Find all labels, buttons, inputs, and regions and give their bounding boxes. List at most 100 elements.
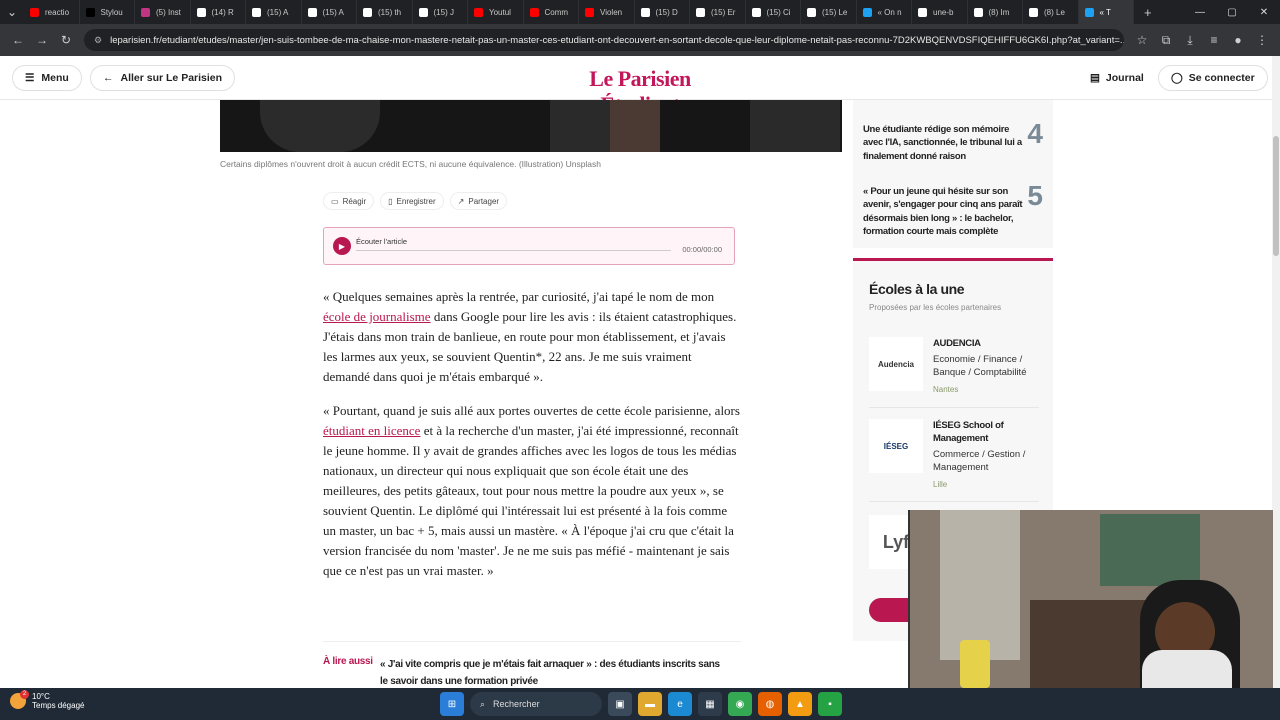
tab-label: (8) Le	[1044, 7, 1065, 17]
extensions-icon[interactable]: ⧉	[1154, 28, 1178, 52]
tab-label: (15) A	[267, 7, 289, 17]
browser-tab[interactable]: une-b	[912, 0, 968, 24]
tab-label: (8) Im	[988, 7, 1010, 17]
school-card-ieseg[interactable]: IÉSEG IÉSEG School of Management Commerc…	[869, 419, 1039, 489]
kebab-menu-icon[interactable]: ⋮	[1250, 28, 1274, 52]
browser-tab[interactable]: (15) Ci	[746, 0, 801, 24]
browser-tab[interactable]: (5) Inst	[135, 0, 191, 24]
back-to-parisien-button[interactable]: ← Aller sur Le Parisien	[90, 65, 236, 91]
browser-tab[interactable]: (15) A	[246, 0, 302, 24]
school-category: Commerce / Gestion / Management	[933, 449, 1026, 473]
browser-tab[interactable]: (8) Im	[968, 0, 1023, 24]
maximize-icon[interactable]: ▢	[1216, 7, 1248, 18]
read-also-link[interactable]: « J'ai vite compris que je m'étais fait …	[380, 656, 725, 690]
reload-icon[interactable]: ↻	[54, 28, 78, 52]
browser-tab[interactable]: Violen	[579, 0, 635, 24]
journal-label: Journal	[1105, 72, 1144, 84]
page-scrollbar[interactable]	[1272, 56, 1280, 688]
browser-tab[interactable]: (15) th	[357, 0, 413, 24]
browser-tab[interactable]: « On n	[857, 0, 912, 24]
react-button[interactable]: ▭ Réagir	[323, 192, 375, 210]
tab-favicon-icon	[585, 7, 594, 17]
most-read-item-4[interactable]: Une étudiante rédige son mémoire avec l'…	[863, 123, 1023, 163]
save-button[interactable]: ▯ Enregistrer	[380, 192, 444, 210]
journal-button[interactable]: ▤ Journal	[1078, 65, 1156, 91]
tab-list: reactio Stylou (5) Inst (14) R (15) A (15) A (…	[24, 0, 1134, 24]
browser-tab[interactable]: Youtul	[468, 0, 524, 24]
file-explorer-icon[interactable]: ▬	[638, 692, 662, 716]
tab-favicon-icon	[807, 7, 816, 17]
windows-start-icon[interactable]: ⊞	[440, 692, 464, 716]
browser-tab[interactable]: Stylou	[80, 0, 135, 24]
taskbar-apps: ⊞ ⌕ Rechercher ▣ ▬ e ▦ ◉ ◍ ▲ ▪	[440, 692, 842, 716]
menu-button[interactable]: ☰ Menu	[12, 65, 82, 91]
read-also-label: À lire aussi	[323, 656, 373, 667]
login-button[interactable]: ◯ Se connecter	[1158, 65, 1268, 91]
browser-tab[interactable]: « T	[1078, 0, 1134, 24]
tab-label: « On n	[877, 7, 902, 17]
store-icon[interactable]: ▦	[698, 692, 722, 716]
weather-widget[interactable]: 2 10°C Temps dégagé	[10, 690, 84, 710]
tab-favicon-icon	[196, 7, 206, 17]
profile-avatar[interactable]: ●	[1226, 28, 1250, 52]
site-header: ☰ Menu ← Aller sur Le Parisien Le Parisi…	[0, 56, 1272, 117]
tab-favicon-icon	[307, 7, 317, 17]
most-read-item-5[interactable]: « Pour un jeune qui hésite sur son aveni…	[863, 185, 1023, 238]
vlc-icon[interactable]: ▲	[788, 692, 812, 716]
divider	[323, 641, 741, 642]
browser-tab[interactable]: (15) Er	[690, 0, 746, 24]
browser-tab[interactable]: (14) R	[191, 0, 246, 24]
browser-tab[interactable]: reactio	[24, 0, 80, 24]
etudiant-licence-link[interactable]: étudiant en licence	[323, 423, 420, 438]
browser-tab[interactable]: (8) Le	[1023, 0, 1079, 24]
school-card-audencia[interactable]: Audencia AUDENCIA Economie / Finance / B…	[869, 337, 1039, 397]
browser-tab[interactable]: (15) J	[413, 0, 468, 24]
bookmark-star-icon[interactable]: ☆	[1130, 28, 1154, 52]
share-button[interactable]: ↗ Partager	[449, 192, 508, 210]
media-icon[interactable]: ≡	[1202, 28, 1226, 52]
school-category: Economie / Finance / Banque / Comptabili…	[933, 354, 1027, 378]
paragraph-text: et à la recherche d'un master, j'ai été …	[323, 423, 739, 578]
user-icon: ◯	[1171, 72, 1183, 84]
audio-label: Écouter l'article	[356, 237, 408, 246]
minimize-icon[interactable]: —	[1184, 7, 1216, 18]
school-name: AUDENCIA	[933, 338, 981, 349]
schools-subtitle: Proposées par les écoles partenaires	[869, 303, 1002, 312]
edge-icon[interactable]: e	[668, 692, 692, 716]
divider	[869, 501, 1039, 502]
chrome-icon[interactable]: ◉	[728, 692, 752, 716]
tab-search-icon[interactable]: ⌄	[0, 0, 24, 24]
share-icon: ↗	[457, 196, 465, 206]
logo-text-parisien: Le Parisien	[589, 66, 691, 91]
forward-arrow-icon[interactable]: →	[30, 28, 54, 52]
app-icon[interactable]: ▪	[818, 692, 842, 716]
react-label: Réagir	[342, 196, 367, 206]
download-icon[interactable]: ⤓	[1178, 28, 1202, 52]
back-arrow-icon[interactable]: ←	[6, 28, 30, 52]
tab-favicon-icon	[918, 7, 927, 17]
new-tab-button[interactable]: +	[1134, 5, 1162, 20]
site-info-icon[interactable]: ⚙	[94, 35, 102, 46]
tab-label: (15) th	[378, 7, 402, 17]
play-icon[interactable]: ▶	[333, 237, 351, 255]
taskbar-search[interactable]: ⌕ Rechercher	[470, 692, 602, 716]
windows-taskbar: 2 10°C Temps dégagé ⊞ ⌕ Rechercher ▣ ▬ e …	[0, 688, 1280, 720]
address-bar[interactable]: ⚙ leparisien.fr/etudiant/etudes/master/j…	[84, 29, 1124, 51]
tab-label: (15) Le	[822, 7, 848, 17]
browser-tab[interactable]: (15) D	[635, 0, 690, 24]
tab-label: (15) Er	[711, 7, 736, 17]
close-icon[interactable]: ✕	[1248, 7, 1280, 18]
browser-tab[interactable]: (15) A	[302, 0, 357, 24]
newspaper-icon: ▤	[1090, 72, 1100, 84]
browser-tab[interactable]: Comm	[524, 0, 579, 24]
audio-time: 00:00/00:00	[682, 245, 722, 254]
audio-progress-bar[interactable]	[356, 250, 671, 251]
firefox-icon[interactable]: ◍	[758, 692, 782, 716]
arrow-left-icon: ←	[103, 72, 114, 84]
browser-tab[interactable]: (15) Le	[801, 0, 857, 24]
share-label: Partager	[468, 196, 500, 206]
task-view-icon[interactable]: ▣	[608, 692, 632, 716]
tab-favicon-icon	[252, 7, 261, 17]
scrollbar-thumb[interactable]	[1273, 136, 1279, 256]
ecole-journalisme-link[interactable]: école de journalisme	[323, 309, 431, 324]
